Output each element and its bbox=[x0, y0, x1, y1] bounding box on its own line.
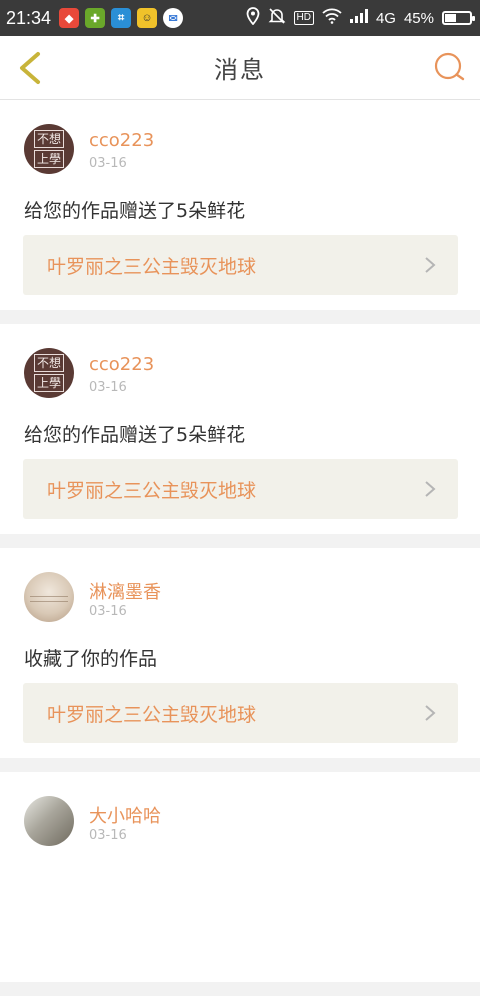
avatar[interactable]: 不想 上學 bbox=[24, 348, 74, 398]
message-date: 03-16 bbox=[89, 828, 127, 843]
work-link[interactable]: 叶罗丽之三公主毁灭地球 bbox=[23, 235, 458, 295]
scan-app-icon: ⌗ bbox=[111, 8, 132, 28]
app-notification-icon: ◆ bbox=[59, 8, 80, 28]
chevron-right-icon bbox=[425, 705, 436, 721]
work-link[interactable]: 叶罗丽之三公主毁灭地球 bbox=[23, 459, 458, 519]
username[interactable]: 大小哈哈 bbox=[89, 802, 161, 828]
page-title: 消息 bbox=[214, 56, 266, 84]
username[interactable]: cco223 bbox=[89, 354, 154, 375]
avatar[interactable] bbox=[24, 572, 74, 622]
avatar-text: 上學 bbox=[33, 374, 64, 392]
search-button[interactable] bbox=[432, 50, 468, 86]
mute-bell-icon bbox=[268, 7, 286, 29]
hd-badge: HD bbox=[293, 11, 314, 25]
username[interactable]: cco223 bbox=[89, 130, 154, 151]
signal-icon bbox=[349, 9, 368, 27]
message-card: 不想 上學 cco223 03-16 给您的作品赠送了5朵鲜花 叶罗丽之三公主毁… bbox=[0, 324, 480, 534]
message-date: 03-16 bbox=[89, 604, 127, 619]
avatar-text: 上學 bbox=[33, 150, 64, 168]
chevron-right-icon bbox=[425, 481, 436, 497]
status-time: 21:34 bbox=[6, 7, 52, 28]
avatar-text: 不想 bbox=[33, 354, 64, 372]
message-card: 淋漓墨香 03-16 收藏了你的作品 叶罗丽之三公主毁灭地球 bbox=[0, 548, 480, 758]
status-bar: 21:34 ◆ ✚ ⌗ ☺ ✉ HD 4G 45% bbox=[0, 0, 480, 36]
app-notification-icon: ✚ bbox=[85, 8, 106, 28]
message-text: 收藏了你的作品 bbox=[24, 648, 158, 670]
battery-fill bbox=[445, 14, 456, 22]
message-card: 不想 上學 cco223 03-16 给您的作品赠送了5朵鲜花 叶罗丽之三公主毁… bbox=[0, 100, 480, 310]
message-date: 03-16 bbox=[89, 380, 127, 395]
work-title: 叶罗丽之三公主毁灭地球 bbox=[47, 479, 257, 502]
wifi-icon bbox=[322, 8, 342, 28]
work-link[interactable]: 叶罗丽之三公主毁灭地球 bbox=[23, 683, 458, 743]
message-list: 不想 上學 cco223 03-16 给您的作品赠送了5朵鲜花 叶罗丽之三公主毁… bbox=[0, 100, 480, 996]
chevron-left-icon bbox=[20, 52, 40, 84]
message-text: 给您的作品赠送了5朵鲜花 bbox=[24, 200, 246, 222]
battery-percent: 45% bbox=[403, 9, 434, 27]
search-icon bbox=[434, 52, 465, 81]
network-type: 4G bbox=[375, 9, 396, 27]
battery-icon bbox=[442, 11, 475, 25]
avatar-calligraphy bbox=[30, 592, 68, 606]
chevron-right-icon bbox=[425, 257, 436, 273]
location-icon bbox=[246, 7, 260, 29]
username[interactable]: 淋漓墨香 bbox=[89, 578, 161, 604]
app-header: 消息 bbox=[0, 36, 480, 100]
message-text: 给您的作品赠送了5朵鲜花 bbox=[24, 424, 246, 446]
message-date: 03-16 bbox=[89, 156, 127, 171]
back-button[interactable] bbox=[14, 48, 54, 88]
avatar-text: 不想 bbox=[33, 130, 64, 148]
app-notification-icon: ✉ bbox=[163, 8, 184, 28]
avatar[interactable]: 不想 上學 bbox=[24, 124, 74, 174]
message-card: 大小哈哈 03-16 bbox=[0, 772, 480, 982]
work-title: 叶罗丽之三公主毁灭地球 bbox=[47, 255, 257, 278]
work-title: 叶罗丽之三公主毁灭地球 bbox=[47, 703, 257, 726]
app-notification-icon: ☺ bbox=[137, 8, 158, 28]
avatar[interactable] bbox=[24, 796, 74, 846]
